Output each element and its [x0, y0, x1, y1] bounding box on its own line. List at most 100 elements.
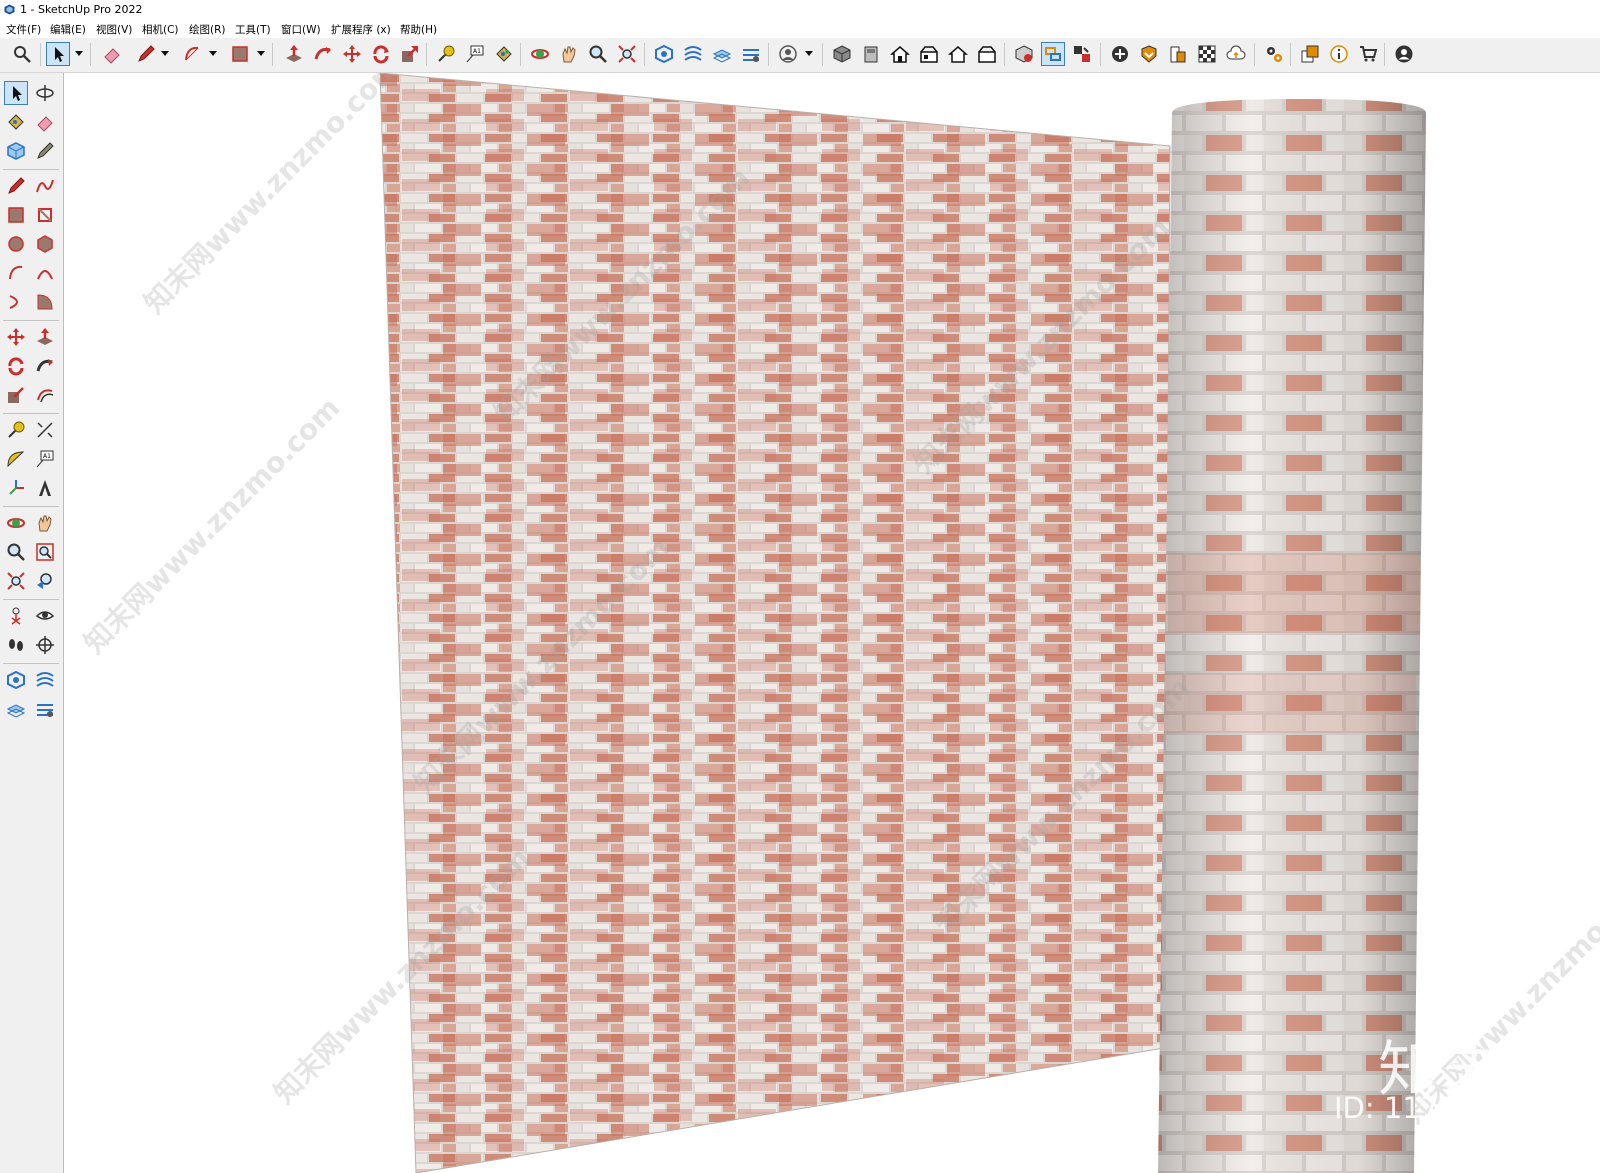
- three-point-arc-icon[interactable]: [4, 290, 28, 314]
- axes-icon[interactable]: [4, 476, 28, 500]
- sandbox-flip-icon[interactable]: [739, 42, 763, 66]
- sandbox-stamp-icon[interactable]: [710, 42, 734, 66]
- styles-icon[interactable]: [1195, 42, 1219, 66]
- zoom-extents-icon[interactable]: [615, 42, 639, 66]
- pencil-icon[interactable]: [134, 42, 158, 66]
- layout-icon[interactable]: [1298, 42, 1322, 66]
- arc-icon[interactable]: [4, 261, 28, 285]
- pencil-dropdown[interactable]: [160, 42, 170, 66]
- left-view-icon[interactable]: [975, 42, 999, 66]
- tape-measure-icon[interactable]: [4, 418, 28, 442]
- zoom-tool-icon[interactable]: [4, 540, 28, 564]
- iso-view-icon[interactable]: [830, 42, 854, 66]
- model-viewport[interactable]: 知末网www.znzmo.com 知末网www.znzmo.com 知末网www…: [64, 73, 1600, 1173]
- search-icon[interactable]: [10, 42, 34, 66]
- orbit-icon[interactable]: [528, 42, 552, 66]
- select-dropdown[interactable]: [74, 42, 84, 66]
- follow-me-icon[interactable]: [311, 42, 335, 66]
- account-icon[interactable]: [1392, 42, 1416, 66]
- sandbox-icon[interactable]: [652, 42, 676, 66]
- component-icon[interactable]: [4, 139, 28, 163]
- previous-view-icon[interactable]: [33, 569, 57, 593]
- group-button[interactable]: [1041, 42, 1065, 66]
- menu-draw[interactable]: 绘图(R): [189, 22, 226, 37]
- sandbox-stamp-tool-icon[interactable]: [33, 697, 57, 721]
- move-icon[interactable]: [4, 325, 28, 349]
- menu-view[interactable]: 视图(V): [96, 22, 132, 37]
- pan-tool-icon[interactable]: [33, 511, 57, 535]
- tag-icon[interactable]: [1070, 42, 1094, 66]
- section-plane-icon[interactable]: [33, 633, 57, 657]
- menu-tools[interactable]: 工具(T): [235, 22, 271, 37]
- move-icon[interactable]: [340, 42, 364, 66]
- push-pull-icon[interactable]: [33, 325, 57, 349]
- dimension-icon[interactable]: [33, 418, 57, 442]
- rotate-icon[interactable]: [369, 42, 393, 66]
- circle-icon[interactable]: [4, 232, 28, 256]
- sandbox-smoove-icon[interactable]: [681, 42, 705, 66]
- user-icon[interactable]: [776, 42, 800, 66]
- pie-icon[interactable]: [33, 290, 57, 314]
- rectangle-dropdown[interactable]: [256, 42, 266, 66]
- text-icon[interactable]: A1: [463, 42, 487, 66]
- settings-icon[interactable]: [1262, 42, 1286, 66]
- position-camera-icon[interactable]: [4, 604, 28, 628]
- rectangle-icon[interactable]: [4, 203, 28, 227]
- offset-icon[interactable]: [33, 383, 57, 407]
- component-icon[interactable]: [1012, 42, 1036, 66]
- warehouse-icon[interactable]: [1137, 42, 1161, 66]
- tag-icon[interactable]: [33, 139, 57, 163]
- info-icon[interactable]: [1327, 42, 1351, 66]
- main-toolbar: A1: [0, 38, 1600, 73]
- front-view-icon[interactable]: [888, 42, 912, 66]
- zoom-extents-tool-icon[interactable]: [4, 569, 28, 593]
- polygon-icon[interactable]: [33, 232, 57, 256]
- cloud-icon[interactable]: [1224, 42, 1248, 66]
- menu-extensions[interactable]: 扩展程序 (x): [331, 22, 391, 37]
- paint-bucket-icon[interactable]: [4, 110, 28, 134]
- rotated-rectangle-icon[interactable]: [33, 203, 57, 227]
- menu-camera[interactable]: 相机(C): [142, 22, 179, 37]
- text-label-icon[interactable]: A1: [33, 447, 57, 471]
- add-location-icon[interactable]: [1108, 42, 1132, 66]
- push-pull-icon[interactable]: [282, 42, 306, 66]
- top-view-icon[interactable]: [859, 42, 883, 66]
- follow-me-icon[interactable]: [33, 354, 57, 378]
- zoom-window-icon[interactable]: [33, 540, 57, 564]
- menu-window[interactable]: 窗口(W): [281, 22, 321, 37]
- select-tool-button[interactable]: [4, 81, 28, 105]
- arc-icon[interactable]: [180, 42, 204, 66]
- tape-measure-icon[interactable]: [434, 42, 458, 66]
- zoom-icon[interactable]: [586, 42, 610, 66]
- cart-icon[interactable]: [1356, 42, 1380, 66]
- menu-file[interactable]: 文件(F): [6, 22, 41, 37]
- menu-help[interactable]: 帮助(H): [400, 22, 437, 37]
- walk-icon[interactable]: [4, 633, 28, 657]
- paint-bucket-icon[interactable]: [492, 42, 516, 66]
- right-view-icon[interactable]: [917, 42, 941, 66]
- orbit-tool-icon[interactable]: [4, 511, 28, 535]
- select-button[interactable]: [46, 42, 70, 66]
- protractor-icon[interactable]: [4, 447, 28, 471]
- extension-icon[interactable]: [1166, 42, 1190, 66]
- back-view-icon[interactable]: [946, 42, 970, 66]
- sandbox-from-scratch-icon[interactable]: [33, 668, 57, 692]
- user-dropdown[interactable]: [804, 42, 814, 66]
- scale-icon[interactable]: [398, 42, 422, 66]
- eraser-icon[interactable]: [33, 110, 57, 134]
- 3d-text-icon[interactable]: [33, 476, 57, 500]
- sandbox-from-contours-icon[interactable]: [4, 668, 28, 692]
- menu-edit[interactable]: 编辑(E): [50, 22, 86, 37]
- pan-icon[interactable]: [557, 42, 581, 66]
- rotate-icon[interactable]: [4, 354, 28, 378]
- scale-icon[interactable]: [4, 383, 28, 407]
- eraser-icon[interactable]: [100, 42, 124, 66]
- orbit-icon[interactable]: [33, 81, 57, 105]
- pencil-icon[interactable]: [4, 174, 28, 198]
- arc-dropdown[interactable]: [208, 42, 218, 66]
- look-around-icon[interactable]: [33, 604, 57, 628]
- sandbox-smoove-tool-icon[interactable]: [4, 697, 28, 721]
- two-point-arc-icon[interactable]: [33, 261, 57, 285]
- freehand-icon[interactable]: [33, 174, 57, 198]
- rectangle-icon[interactable]: [228, 42, 252, 66]
